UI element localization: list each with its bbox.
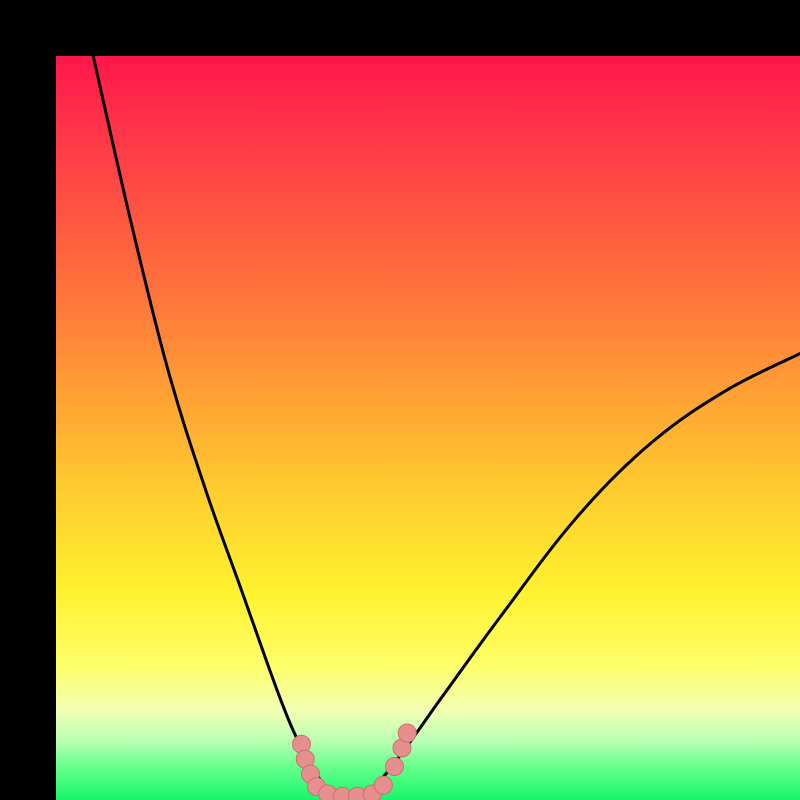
chart-stage: TheBottleneck.com xyxy=(0,0,800,800)
data-marker xyxy=(398,724,416,742)
data-marker xyxy=(374,776,392,794)
chart-frame xyxy=(0,0,800,800)
chart-svg xyxy=(56,56,800,800)
data-marker xyxy=(386,758,404,776)
marker-group xyxy=(293,724,417,800)
curve-path xyxy=(93,56,800,800)
plot-area xyxy=(56,56,800,800)
